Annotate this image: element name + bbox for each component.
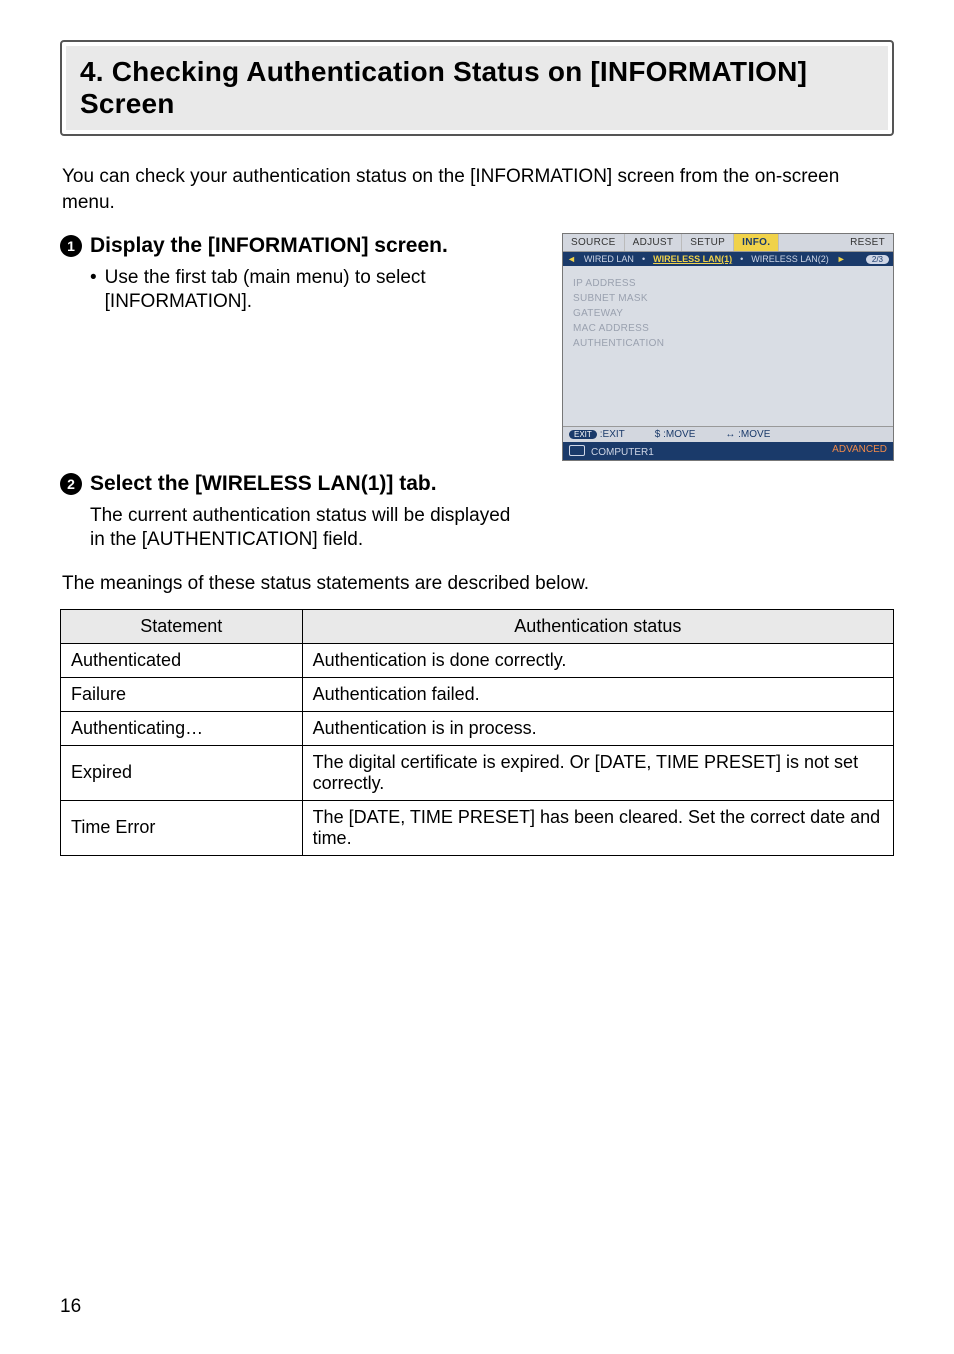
step-1-text: 1 Display the [INFORMATION] screen. • Us… [60,233,546,315]
osd-left-arrow-icon: ◄ [567,254,576,264]
osd-field-gateway: GATEWAY [573,306,883,321]
osd-advanced-label: ADVANCED [832,444,887,458]
osd-dot-sep: • [642,254,645,264]
step-1-head: 1 Display the [INFORMATION] screen. [60,233,546,259]
step-2-row: 2 Select the [WIRELESS LAN(1)] tab. The … [60,471,894,553]
osd-tab-reset: RESET [842,234,893,251]
table-row: Time Error The [DATE, TIME PRESET] has b… [61,800,894,855]
cell-status: Authentication is done correctly. [302,643,893,677]
cell-statement: Expired [61,745,303,800]
osd-field-mac: MAC ADDRESS [573,321,883,336]
osd-dot-sep: • [740,254,743,264]
cell-status: The digital certificate is expired. Or [… [302,745,893,800]
cell-statement: Authenticating… [61,711,303,745]
cell-statement: Time Error [61,800,303,855]
osd-tab-info: INFO. [734,234,779,251]
table-row: Authenticating… Authentication is in pro… [61,711,894,745]
table-row: Expired The digital certificate is expir… [61,745,894,800]
osd-sub-tabs: ◄ WIRED LAN • WIRELESS LAN(1) • WIRELESS… [563,252,893,266]
bullet-dot-icon: • [90,266,97,315]
osd-tab-adjust: ADJUST [625,234,683,251]
step-2-badge: 2 [60,473,82,495]
osd-sub-wlan1: WIRELESS LAN(1) [649,254,736,264]
osd-exit: EXIT:EXIT [569,429,625,440]
osd-body: IP ADDRESS SUBNET MASK GATEWAY MAC ADDRE… [563,266,893,426]
osd-footer-nav: EXIT:EXIT $ :MOVE ↔ :MOVE [563,426,893,442]
osd-sub-wired: WIRED LAN [580,254,638,264]
osd-sub-wlan2: WIRELESS LAN(2) [747,254,833,264]
osd-tab-setup: SETUP [682,234,734,251]
cell-statement: Authenticated [61,643,303,677]
osd-tab-source: SOURCE [563,234,625,251]
osd-source-label: COMPUTER1 [591,447,654,458]
osd-window: SOURCE ADJUST SETUP INFO. RESET ◄ WIRED … [562,233,894,461]
step-2-head: 2 Select the [WIRELESS LAN(1)] tab. [60,471,530,497]
cell-status: Authentication failed. [302,677,893,711]
page-number: 16 [60,1296,81,1318]
osd-source-icon [569,445,585,456]
meanings-intro: The meanings of these status statements … [62,573,892,595]
osd-right-arrow-icon: ► [837,254,846,264]
step-2-title: Select the [WIRELESS LAN(1)] tab. [90,471,437,497]
table-row: Authenticated Authentication is done cor… [61,643,894,677]
step-1-bullet: • Use the first tab (main menu) to selec… [90,266,546,315]
document-page: 4. Checking Authentication Status on [IN… [0,0,954,1354]
osd-move-horiz: ↔ :MOVE [725,429,770,440]
osd-exit-badge: EXIT [569,430,597,439]
intro-paragraph: You can check your authentication status… [62,164,892,215]
section-title-frame: 4. Checking Authentication Status on [IN… [60,40,894,136]
osd-field-ip: IP ADDRESS [573,276,883,291]
step-1-badge: 1 [60,235,82,257]
osd-top-tabs: SOURCE ADJUST SETUP INFO. RESET [563,234,893,252]
step-1-title: Display the [INFORMATION] screen. [90,233,448,259]
table-row: Failure Authentication failed. [61,677,894,711]
osd-footer-status: COMPUTER1 ADVANCED [563,442,893,460]
cell-statement: Failure [61,677,303,711]
osd-field-auth: AUTHENTICATION [573,336,883,351]
cell-status: Authentication is in process. [302,711,893,745]
cell-status: The [DATE, TIME PRESET] has been cleared… [302,800,893,855]
step-2-desc: The current authentication status will b… [90,504,530,553]
osd-screenshot: SOURCE ADJUST SETUP INFO. RESET ◄ WIRED … [562,233,894,461]
step-2-text: 2 Select the [WIRELESS LAN(1)] tab. The … [60,471,530,553]
step-1-bullet-text: Use the first tab (main menu) to select … [105,266,546,315]
section-title: 4. Checking Authentication Status on [IN… [80,56,807,119]
osd-exit-label: :EXIT [600,429,625,440]
osd-page-pill: 2/3 [866,255,889,264]
th-status: Authentication status [302,609,893,643]
table-header-row: Statement Authentication status [61,609,894,643]
status-table: Statement Authentication status Authenti… [60,609,894,856]
osd-move-vert: $ :MOVE [655,429,696,440]
step-1-row: 1 Display the [INFORMATION] screen. • Us… [60,233,894,461]
th-statement: Statement [61,609,303,643]
osd-field-mask: SUBNET MASK [573,291,883,306]
section-title-bg: 4. Checking Authentication Status on [IN… [66,46,888,130]
osd-source-status: COMPUTER1 [569,444,654,458]
